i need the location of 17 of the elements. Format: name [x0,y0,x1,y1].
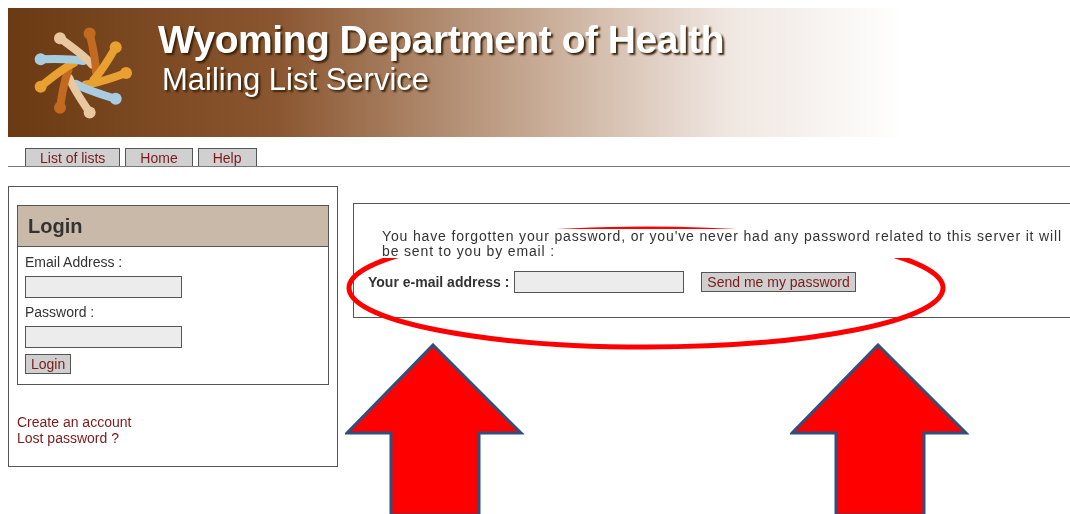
banner-title: Wyoming Department of Health [158,17,724,62]
field-label: Email Address : [25,254,123,270]
field-label: Password : [25,304,95,320]
login-heading: Login [18,206,328,247]
send-password-button[interactable]: Send me my password [701,272,856,293]
nav-tab[interactable]: List of lists [25,148,121,166]
sidebar-link[interactable]: Create an account [17,414,329,430]
password-input[interactable] [25,326,182,348]
sidebar-link[interactable]: Lost password ? [17,430,329,446]
login-button[interactable]: Login [25,354,72,374]
nav-tab[interactable]: Home [125,148,193,166]
nav-tab[interactable]: Help [197,148,257,166]
banner-subtitle: Mailing List Service [162,61,431,98]
email-input[interactable] [25,276,182,298]
info-text: You have forgotten your password, or you've never had any password related to this server it will be sent to you by email : [382,229,1062,259]
email-input[interactable] [514,271,685,294]
field-label: Your e-mail address : [368,274,510,291]
